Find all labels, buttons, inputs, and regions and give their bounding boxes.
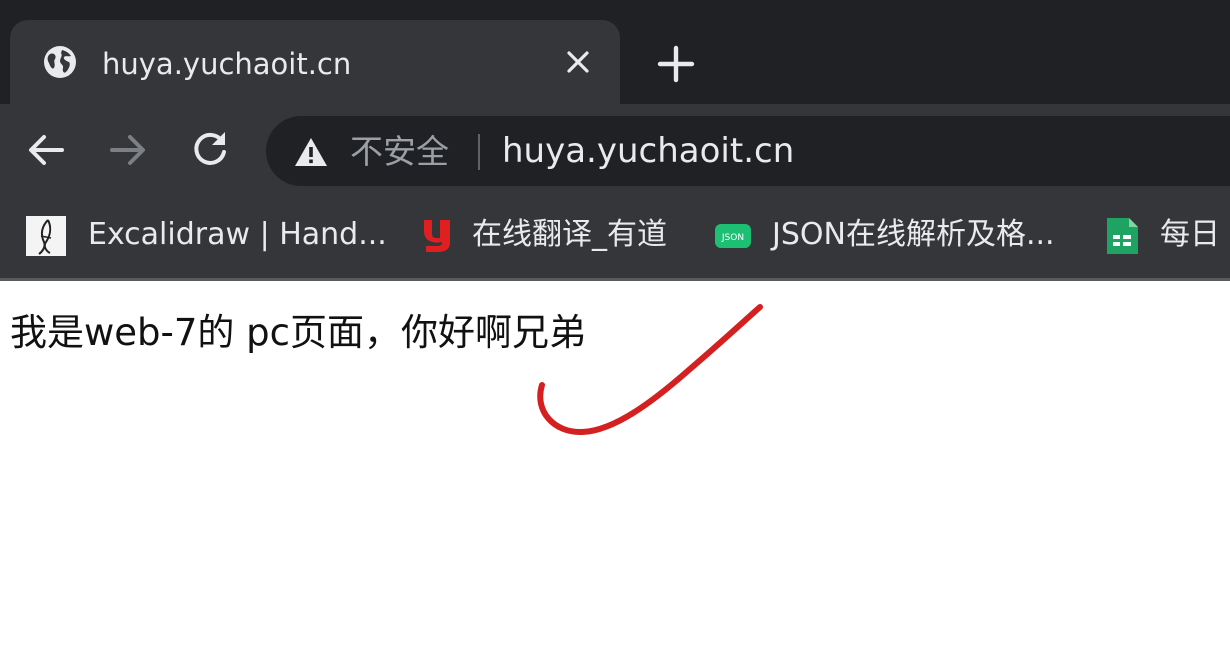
omnibox-divider	[478, 134, 480, 170]
address-bar[interactable]: 不安全 huya.yuchaoit.cn	[266, 116, 1230, 186]
bookmark-label: 在线翻译_有道	[472, 217, 667, 252]
tab-title: huya.yuchaoit.cn	[102, 47, 352, 81]
arrow-right-icon[interactable]	[104, 126, 152, 174]
reload-icon[interactable]	[186, 126, 234, 174]
close-icon[interactable]	[562, 46, 594, 78]
bookmark-daily[interactable]: 每日	[1102, 214, 1230, 256]
globe-icon	[44, 46, 76, 78]
sheets-icon	[1107, 218, 1138, 254]
bookmark-json[interactable]: JSON JSON在线解析及格...	[714, 214, 1064, 256]
red-checkmark-annotation	[537, 304, 763, 436]
bookmark-label: Excalidraw | Hand...	[88, 217, 387, 252]
json-icon: JSON	[715, 224, 751, 248]
url-text[interactable]: huya.yuchaoit.cn	[502, 128, 794, 174]
page-content: 我是web-7的 pc页面，你好啊兄弟	[0, 281, 1230, 668]
bookmark-label: JSON在线解析及格...	[772, 217, 1055, 252]
toolbar: 不安全 huya.yuchaoit.cn	[0, 104, 1230, 196]
svg-text:JSON: JSON	[721, 233, 744, 243]
bookmarks-bar: Excalidraw | Hand... 在线翻译_有道 JSON JSON在线…	[0, 196, 1230, 278]
tab-active[interactable]: huya.yuchaoit.cn	[10, 20, 620, 104]
bookmark-label: 每日	[1160, 217, 1220, 252]
arrow-left-icon[interactable]	[22, 126, 70, 174]
browser-window: huya.yuchaoit.cn 不安全 huya.yuchaoit.cn Ex…	[0, 0, 1230, 668]
tab-strip: huya.yuchaoit.cn	[0, 0, 1230, 104]
youdao-icon	[424, 220, 450, 252]
plus-icon[interactable]	[654, 42, 698, 86]
bookmark-excalidraw[interactable]: Excalidraw | Hand...	[26, 214, 387, 256]
warning-triangle-icon[interactable]	[294, 136, 328, 168]
security-status-text[interactable]: 不安全	[350, 130, 449, 174]
excalidraw-icon	[26, 216, 66, 256]
bookmark-youdao[interactable]: 在线翻译_有道	[416, 214, 676, 256]
